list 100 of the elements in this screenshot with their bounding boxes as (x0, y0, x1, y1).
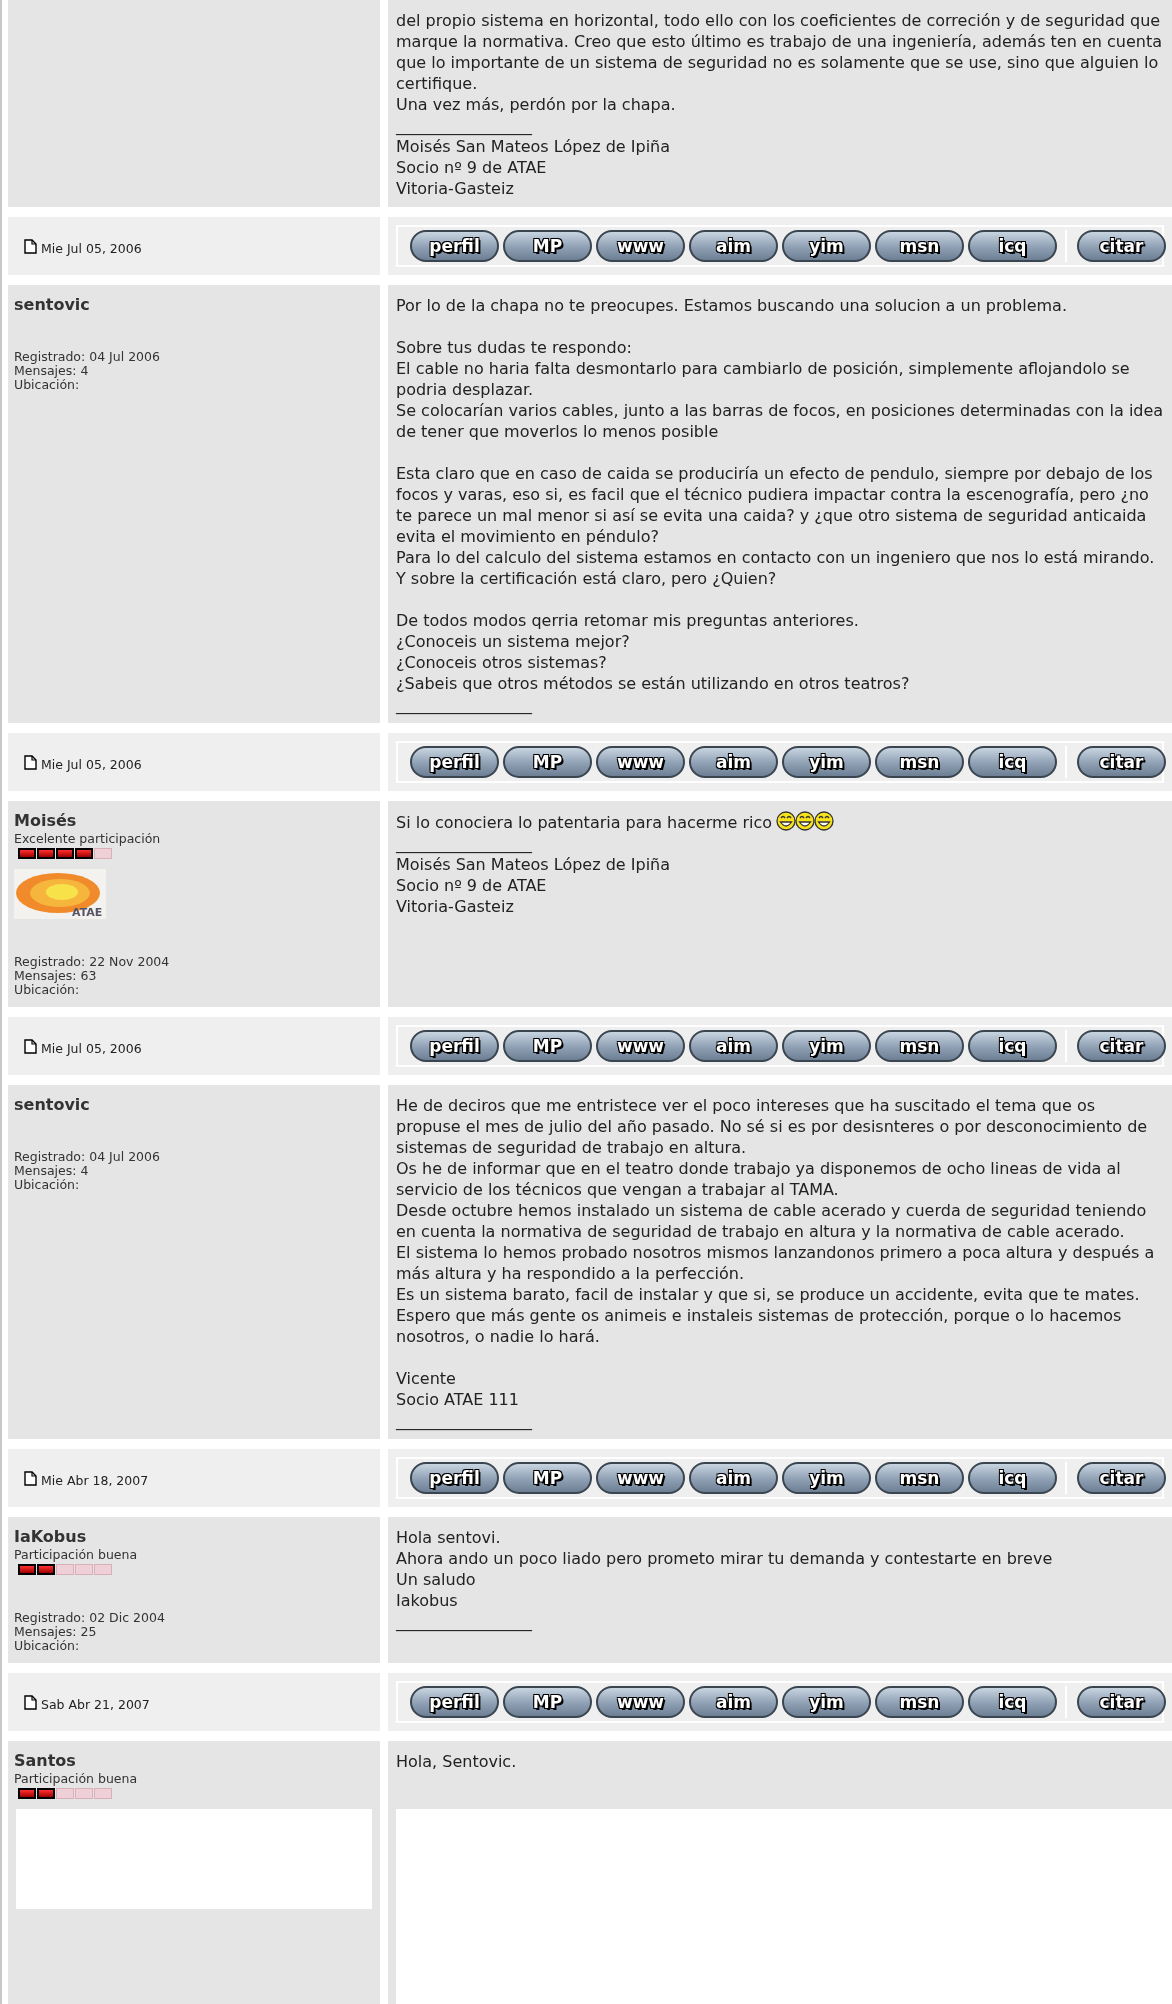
post-text: Hola sentovi. (396, 1527, 501, 1548)
profile-button[interactable]: yim (782, 746, 871, 778)
profile-button[interactable]: msn (875, 1462, 964, 1494)
profile-button[interactable]: aim (689, 1686, 778, 1718)
document-icon (24, 754, 37, 770)
laughing-face-icon (795, 811, 816, 831)
profile-detail: Ubicación: (14, 983, 81, 997)
profile-detail: Mensajes: 63 (14, 969, 98, 983)
post-text: Un saludo (396, 1569, 476, 1590)
rank-pip-icon (75, 1564, 93, 1575)
profile-button[interactable]: yim (782, 230, 871, 262)
rank-pip-icon (37, 1564, 55, 1575)
post-text: Espero que más gente os animeis e instaleis sistemas de protección, porque o lo hacemos nosotros, o nadie lo hará. (396, 1305, 1123, 1347)
laughing-face-icon (814, 811, 835, 831)
post-text: ¿Conoceis un sistema mejor? (396, 631, 630, 652)
document-icon (24, 238, 37, 254)
post-text: ¿Sabeis que otros métodos se están utilizando en otros teatros? (396, 673, 910, 694)
post-text: _________________ (396, 833, 532, 854)
profile-button[interactable]: aim (689, 230, 778, 262)
laughing-face-icon (776, 811, 797, 831)
post-text: del propio sistema en horizontal, todo ello con los coeficientes de correción y de seguridad que marque la normativa. Creo que esto último es trabajo de una ingeniería, además ten en cuenta que lo importante de un sistema de seguridad no es solamente que se use, sino que alguien lo certifique. (396, 10, 1163, 94)
rank-pip-icon (56, 1788, 74, 1799)
profile-button[interactable]: perfil (410, 230, 499, 262)
profile-button[interactable]: www (596, 1030, 685, 1062)
profile-button[interactable]: perfil (410, 1462, 499, 1494)
profile-button[interactable]: www (596, 1686, 685, 1718)
profile-button[interactable]: www (596, 230, 685, 262)
profile-button[interactable]: perfil (410, 746, 499, 778)
profile-button[interactable]: www (596, 746, 685, 778)
post-date: Mie Abr 18, 2007 (41, 1472, 149, 1488)
profile-button[interactable]: MP (503, 1686, 592, 1718)
post-text: Vicente (396, 1368, 456, 1389)
post-date: Mie Jul 05, 2006 (41, 1040, 142, 1056)
post-text: Iakobus (396, 1590, 458, 1611)
post-text: ¿Conoceis otros sistemas? (396, 652, 607, 673)
profile-button[interactable]: icq (968, 230, 1057, 262)
avatar-logo: ATAE (14, 869, 106, 919)
quote-button[interactable]: citar (1077, 746, 1166, 778)
quote-button[interactable]: citar (1077, 1462, 1166, 1494)
profile-button[interactable]: icq (968, 1030, 1057, 1062)
quote-button[interactable]: citar (1077, 1686, 1166, 1718)
post-text: Una vez más, perdón por la chapa. (396, 94, 676, 115)
profile-button[interactable]: www (596, 1462, 685, 1494)
post-text: Vitoria-Gasteiz (396, 896, 514, 917)
profile-button[interactable]: yim (782, 1462, 871, 1494)
post-text: De todos modos qerria retomar mis preguntas anteriores. (396, 610, 859, 631)
profile-button[interactable]: aim (689, 1030, 778, 1062)
profile-detail: Registrado: 04 Jul 2006 (14, 1150, 161, 1164)
username: sentovic (14, 295, 91, 314)
profile-button[interactable]: perfil (410, 1686, 499, 1718)
profile-button[interactable]: perfil (410, 1030, 499, 1062)
rank-pip-icon (75, 848, 93, 859)
post-text: Hola, Sentovic. (396, 1751, 517, 1772)
profile-button[interactable]: aim (689, 746, 778, 778)
profile-button[interactable]: icq (968, 1462, 1057, 1494)
post-text: Si lo conociera lo patentaria para hacerme rico (396, 813, 773, 832)
rank-pip-icon (18, 848, 36, 859)
post-text: Desde octubre hemos instalado un sistema de cable acerado y cuerda de seguridad teniendo en cuenta la normativa de seguridad de trabajo en altura y la normativa de cable acerado. (396, 1200, 1148, 1242)
profile-button[interactable]: MP (503, 1030, 592, 1062)
post-text: _________________ (396, 1611, 532, 1632)
user-rank: Participación buena (14, 1771, 139, 1786)
post-text: El sistema lo hemos probado nosotros mismos lanzandonos primero a poca altura y después a más altura y ha respondido a la perfección. (396, 1242, 1156, 1284)
post-date: Sab Abr 21, 2007 (41, 1696, 150, 1712)
profile-button[interactable]: msn (875, 230, 964, 262)
rank-pip-icon (37, 848, 55, 859)
username: IaKobus (14, 1527, 88, 1546)
username: sentovic (14, 1095, 91, 1114)
profile-button[interactable]: msn (875, 1686, 964, 1718)
profile-detail: Registrado: 04 Jul 2006 (14, 350, 161, 364)
profile-button[interactable]: aim (689, 1462, 778, 1494)
quote-button[interactable]: citar (1077, 1030, 1166, 1062)
profile-detail: Registrado: 22 Nov 2004 (14, 955, 171, 969)
profile-button[interactable]: MP (503, 746, 592, 778)
post-text: Os he de informar que en el teatro donde trabajo ya disponemos de ocho lineas de vida al servicio de los técnicos que vengan a trabajar al TAMA. (396, 1158, 1122, 1200)
profile-button[interactable]: icq (968, 746, 1057, 778)
profile-button[interactable]: yim (782, 1686, 871, 1718)
profile-button[interactable]: msn (875, 746, 964, 778)
rank-pip-icon (56, 1564, 74, 1575)
post-text: Y sobre la certificación está claro, pero ¿Quien? (396, 568, 777, 589)
rank-pip-icon (94, 1564, 112, 1575)
rank-pip-icon (18, 1788, 36, 1799)
post-text: _________________ (396, 694, 532, 715)
profile-button[interactable]: icq (968, 1686, 1057, 1718)
post-text: Socio nº 9 de ATAE (396, 875, 547, 896)
post-text: Ahora ando un poco liado pero prometo mirar tu demanda y contestarte en breve (396, 1548, 1053, 1569)
post-text: He de deciros que me entristece ver el poco intereses que ha suscitado el tema que os propuse el mes de julio del año pasado. No sé si es por desisnteres o por desconocimiento de sistemas de seguridad de trabajo en altura. (396, 1095, 1149, 1158)
username: Santos (14, 1751, 77, 1770)
profile-button[interactable]: MP (503, 1462, 592, 1494)
profile-button[interactable]: MP (503, 230, 592, 262)
post-text: Se colocarían varios cables, junto a las barras de focos, en posiciones determinadas con la idea de tener que moverlos lo menos posible (396, 400, 1164, 442)
profile-detail: Registrado: 02 Dic 2004 (14, 1611, 166, 1625)
post-text: Socio nº 9 de ATAE (396, 157, 547, 178)
rank-pip-icon (94, 848, 112, 859)
document-icon (24, 1038, 37, 1054)
quote-button[interactable]: citar (1077, 230, 1166, 262)
profile-button[interactable]: msn (875, 1030, 964, 1062)
profile-detail: Ubicación: (14, 1178, 81, 1192)
profile-button[interactable]: yim (782, 1030, 871, 1062)
post-text: Para lo del calculo del sistema estamos en contacto con un ingeniero que nos lo está mirando. (396, 547, 1155, 568)
user-rank: Participación buena (14, 1547, 139, 1562)
